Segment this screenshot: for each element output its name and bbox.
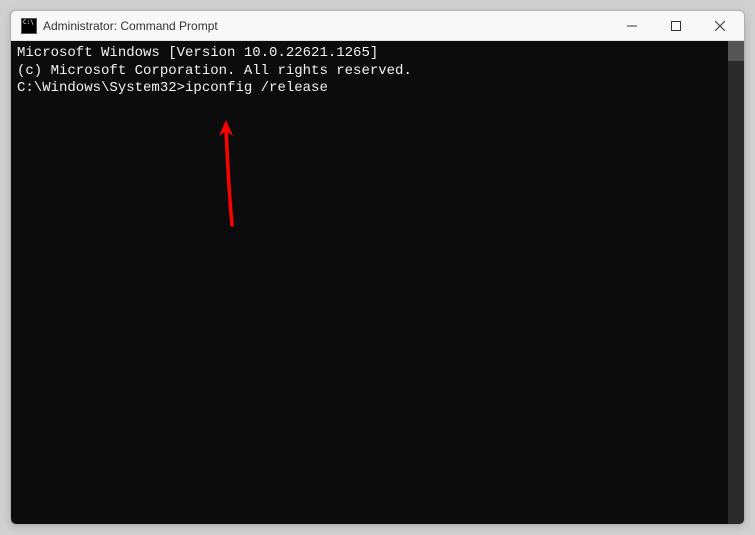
command-text: ipconfig /release [185,80,328,96]
terminal-area[interactable]: Microsoft Windows [Version 10.0.22621.12… [11,41,744,524]
maximize-button[interactable] [654,11,698,40]
window-title: Administrator: Command Prompt [43,19,610,33]
terminal-scrollbar[interactable] [728,41,744,524]
prompt-path: C:\Windows\System32> [17,80,185,96]
close-button[interactable] [698,11,742,40]
maximize-icon [671,21,681,31]
cmd-icon [21,18,37,34]
scrollbar-thumb[interactable] [728,41,744,61]
minimize-button[interactable] [610,11,654,40]
version-line: Microsoft Windows [Version 10.0.22621.12… [17,45,738,63]
copyright-line: (c) Microsoft Corporation. All rights re… [17,63,738,81]
window-controls [610,11,742,40]
close-icon [715,21,725,31]
prompt-line: C:\Windows\System32>ipconfig /release [17,80,738,98]
titlebar[interactable]: Administrator: Command Prompt [11,11,744,41]
command-prompt-window: Administrator: Command Prompt Microsoft [10,10,745,525]
minimize-icon [627,21,637,31]
